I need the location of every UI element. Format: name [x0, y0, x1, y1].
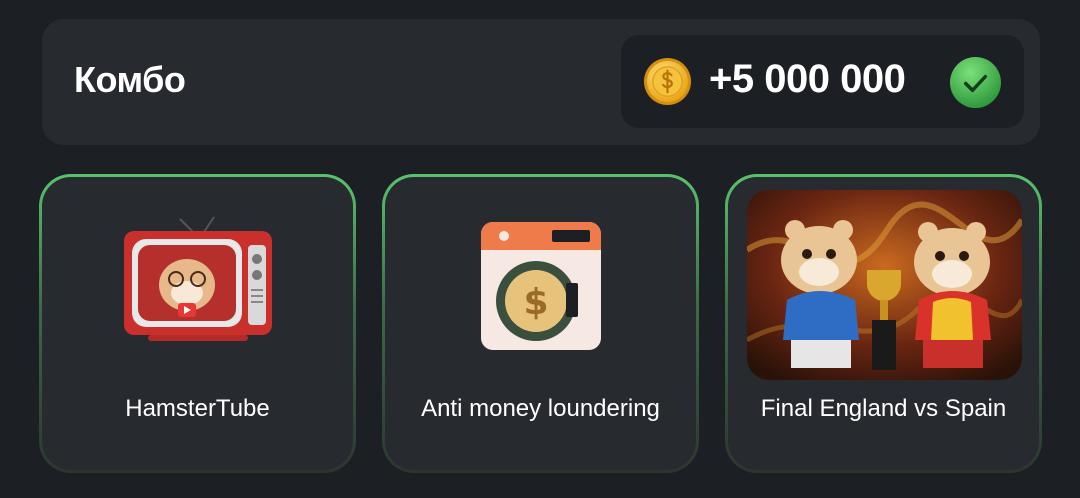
combo-title: Комбо: [74, 59, 186, 100]
combo-header: Комбо +5 000 000: [42, 19, 1040, 145]
combo-card-hamstertube[interactable]: HamsterTube: [39, 174, 356, 473]
washing-machine-coin-icon: $: [480, 222, 601, 350]
coin-icon: [643, 57, 692, 106]
card-label: Anti money loundering: [421, 395, 660, 422]
reward-panel: +5 000 000: [621, 35, 1024, 128]
hamster-tv-icon: [123, 216, 272, 341]
svg-text:$: $: [523, 282, 548, 323]
check-icon: [949, 56, 1002, 109]
card-label: HamsterTube: [125, 395, 270, 422]
combo-card-final-england-spain[interactable]: Final England vs Spain: [725, 174, 1042, 473]
hamsters-trophy-image: [747, 190, 1022, 380]
card-label: Final England vs Spain: [760, 395, 1007, 422]
reward-amount: +5 000 000: [709, 57, 906, 101]
combo-card-anti-money-laundering[interactable]: $ Anti money loundering: [382, 174, 699, 473]
